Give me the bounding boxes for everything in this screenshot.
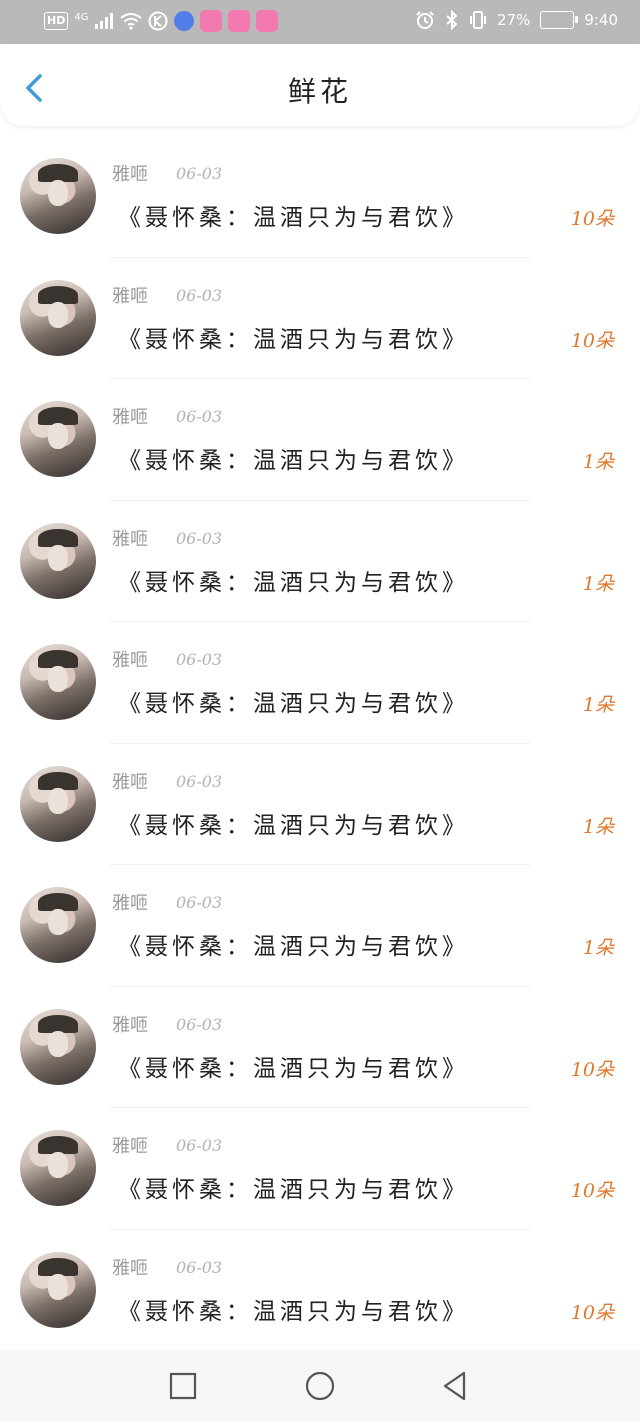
work-title[interactable]: 《聂怀桑：温酒只为与君饮》 [118, 1049, 469, 1083]
signal-icon [95, 13, 114, 29]
wifi-icon [120, 13, 143, 30]
list-item[interactable]: 雅咂 06-03 《聂怀桑：温酒只为与君饮》 1朵 [0, 379, 640, 501]
network-label: 4G [74, 11, 89, 23]
bluetooth-icon [446, 10, 458, 30]
list-item[interactable]: 雅咂 06-03 《聂怀桑：温酒只为与君饮》 10朵 [0, 258, 640, 380]
app-icon [228, 10, 251, 32]
work-title[interactable]: 《聂怀桑：温酒只为与君饮》 [118, 441, 469, 475]
date: 06-03 [176, 528, 223, 548]
list-item[interactable]: 雅咂 06-03 《聂怀桑：温酒只为与君饮》 1朵 [0, 622, 640, 744]
work-title[interactable]: 《聂怀桑：温酒只为与君饮》 [118, 198, 469, 232]
date: 06-03 [176, 1257, 223, 1277]
list-item[interactable]: 雅咂 06-03 《聂怀桑：温酒只为与君饮》 10朵 [0, 136, 640, 258]
list-item[interactable]: 雅咂 06-03 《聂怀桑：温酒只为与君饮》 1朵 [0, 865, 640, 987]
date: 06-03 [176, 1136, 223, 1155]
avatar[interactable] [20, 1251, 96, 1328]
username[interactable]: 雅咂 [112, 160, 148, 186]
k-icon [148, 11, 168, 31]
username[interactable]: 雅咂 [112, 768, 148, 794]
back-icon [443, 1371, 466, 1401]
avatar[interactable] [20, 158, 96, 234]
work-title[interactable]: 《聂怀桑：温酒只为与君饮》 [118, 1292, 469, 1326]
username[interactable]: 雅咂 [112, 525, 148, 551]
username[interactable]: 雅咂 [112, 1254, 148, 1280]
status-left: HD 4G [44, 10, 279, 32]
flower-count: 1朵 [582, 694, 614, 716]
avatar[interactable] [20, 765, 96, 842]
back-nav-button[interactable] [437, 1368, 473, 1404]
avatar[interactable] [20, 644, 96, 720]
work-title[interactable]: 《聂怀桑：温酒只为与君饮》 [118, 563, 469, 597]
clock: 9:40 [584, 11, 618, 29]
title-bar: 鲜花 [0, 44, 640, 126]
avatar[interactable] [20, 401, 96, 477]
avatar[interactable] [20, 1130, 96, 1206]
list-item[interactable]: 雅咂 06-03 《聂怀桑：温酒只为与君饮》 1朵 [0, 744, 640, 866]
work-title[interactable]: 《聂怀桑：温酒只为与君饮》 [118, 806, 469, 840]
date: 06-03 [176, 1014, 223, 1034]
flower-count: 1朵 [582, 572, 614, 595]
app-icon [256, 10, 279, 32]
flower-count: 10朵 [570, 208, 614, 230]
username[interactable]: 雅咂 [112, 646, 148, 672]
list-item[interactable]: 雅咂 06-03 《聂怀桑：温酒只为与君饮》 10朵 [0, 1230, 640, 1352]
vibrate-icon [469, 11, 486, 29]
recent-apps-button[interactable] [165, 1368, 201, 1404]
alarm-icon [416, 11, 434, 29]
avatar[interactable] [20, 279, 96, 356]
avatar[interactable] [20, 887, 96, 963]
hd-label: HD [44, 12, 69, 30]
work-title[interactable]: 《聂怀桑：温酒只为与君饮》 [118, 320, 469, 354]
date: 06-03 [176, 285, 223, 305]
recent-apps-icon [169, 1372, 197, 1400]
date: 06-03 [176, 893, 223, 912]
avatar[interactable] [20, 1008, 96, 1085]
music-icon [174, 11, 195, 31]
avatar[interactable] [20, 522, 96, 599]
list-item[interactable]: 雅咂 06-03 《聂怀桑：温酒只为与君饮》 10朵 [0, 1108, 640, 1230]
date: 06-03 [176, 650, 223, 669]
status-right: 27% 9:40 [415, 10, 618, 30]
username[interactable]: 雅咂 [112, 1011, 148, 1037]
date: 06-03 [176, 771, 223, 791]
list-item[interactable]: 雅咂 06-03 《聂怀桑：温酒只为与君饮》 1朵 [0, 501, 640, 623]
username[interactable]: 雅咂 [112, 889, 148, 915]
username[interactable]: 雅咂 [112, 1132, 148, 1158]
date: 06-03 [176, 164, 223, 183]
list-item[interactable]: 雅咂 06-03 《聂怀桑：温酒只为与君饮》 10朵 [0, 987, 640, 1109]
flower-count: 1朵 [582, 815, 614, 838]
flower-count: 1朵 [582, 451, 614, 473]
page-title: 鲜花 [287, 75, 352, 108]
work-title[interactable]: 《聂怀桑：温酒只为与君饮》 [118, 927, 469, 961]
flower-count: 10朵 [570, 1301, 614, 1324]
flower-count: 10朵 [570, 1180, 614, 1202]
username[interactable]: 雅咂 [112, 282, 148, 308]
flower-count: 1朵 [582, 937, 614, 959]
date: 06-03 [176, 407, 223, 426]
system-nav-bar [0, 1350, 640, 1422]
work-title[interactable]: 《聂怀桑：温酒只为与君饮》 [118, 1170, 469, 1204]
flower-list: 雅咂 06-03 《聂怀桑：温酒只为与君饮》 10朵 雅咂 06-03 《聂怀桑… [0, 136, 640, 1351]
status-bar: HD 4G 27% 9:40 [0, 0, 640, 44]
home-button[interactable] [302, 1368, 338, 1404]
app-icon [200, 10, 223, 32]
battery-icon [540, 11, 579, 29]
battery-percent: 27% [496, 11, 531, 29]
username[interactable]: 雅咂 [112, 403, 148, 429]
flower-count: 10朵 [570, 1058, 614, 1081]
flower-count: 10朵 [570, 329, 614, 352]
work-title[interactable]: 《聂怀桑：温酒只为与君饮》 [118, 684, 469, 718]
home-icon [305, 1371, 335, 1401]
